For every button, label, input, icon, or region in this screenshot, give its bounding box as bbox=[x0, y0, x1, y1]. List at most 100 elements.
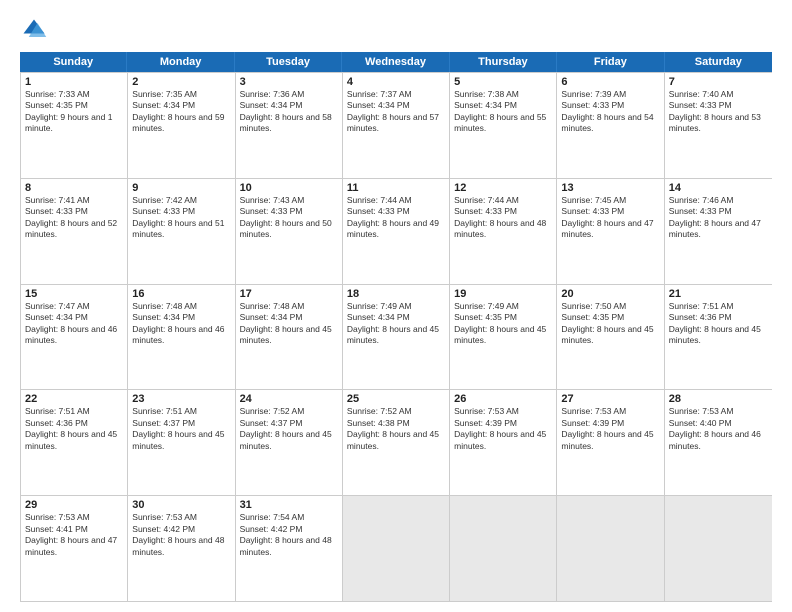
day-number: 30 bbox=[132, 499, 230, 511]
calendar-cell bbox=[343, 496, 450, 601]
calendar-body: 1 Sunrise: 7:33 AM Sunset: 4:35 PM Dayli… bbox=[20, 72, 772, 602]
calendar-cell: 10 Sunrise: 7:43 AM Sunset: 4:33 PM Dayl… bbox=[236, 179, 343, 284]
cell-info: Sunrise: 7:51 AM Sunset: 4:36 PM Dayligh… bbox=[669, 301, 768, 347]
day-number: 7 bbox=[669, 76, 768, 88]
calendar-cell: 4 Sunrise: 7:37 AM Sunset: 4:34 PM Dayli… bbox=[343, 73, 450, 178]
cell-info: Sunrise: 7:53 AM Sunset: 4:40 PM Dayligh… bbox=[669, 406, 768, 452]
cell-info: Sunrise: 7:46 AM Sunset: 4:33 PM Dayligh… bbox=[669, 195, 768, 241]
day-number: 9 bbox=[132, 182, 230, 194]
header-day-saturday: Saturday bbox=[665, 52, 772, 72]
cell-info: Sunrise: 7:40 AM Sunset: 4:33 PM Dayligh… bbox=[669, 89, 768, 135]
calendar-cell: 16 Sunrise: 7:48 AM Sunset: 4:34 PM Dayl… bbox=[128, 285, 235, 390]
calendar-cell: 25 Sunrise: 7:52 AM Sunset: 4:38 PM Dayl… bbox=[343, 390, 450, 495]
cell-info: Sunrise: 7:37 AM Sunset: 4:34 PM Dayligh… bbox=[347, 89, 445, 135]
calendar-cell: 27 Sunrise: 7:53 AM Sunset: 4:39 PM Dayl… bbox=[557, 390, 664, 495]
calendar-cell: 1 Sunrise: 7:33 AM Sunset: 4:35 PM Dayli… bbox=[21, 73, 128, 178]
calendar-cell: 22 Sunrise: 7:51 AM Sunset: 4:36 PM Dayl… bbox=[21, 390, 128, 495]
cell-info: Sunrise: 7:36 AM Sunset: 4:34 PM Dayligh… bbox=[240, 89, 338, 135]
day-number: 4 bbox=[347, 76, 445, 88]
cell-info: Sunrise: 7:44 AM Sunset: 4:33 PM Dayligh… bbox=[347, 195, 445, 241]
calendar: SundayMondayTuesdayWednesdayThursdayFrid… bbox=[20, 52, 772, 602]
calendar-cell bbox=[557, 496, 664, 601]
calendar-cell: 26 Sunrise: 7:53 AM Sunset: 4:39 PM Dayl… bbox=[450, 390, 557, 495]
day-number: 25 bbox=[347, 393, 445, 405]
day-number: 18 bbox=[347, 288, 445, 300]
cell-info: Sunrise: 7:43 AM Sunset: 4:33 PM Dayligh… bbox=[240, 195, 338, 241]
day-number: 10 bbox=[240, 182, 338, 194]
day-number: 1 bbox=[25, 76, 123, 88]
day-number: 5 bbox=[454, 76, 552, 88]
calendar-cell: 20 Sunrise: 7:50 AM Sunset: 4:35 PM Dayl… bbox=[557, 285, 664, 390]
day-number: 23 bbox=[132, 393, 230, 405]
calendar-week-4: 22 Sunrise: 7:51 AM Sunset: 4:36 PM Dayl… bbox=[21, 389, 772, 495]
calendar-cell: 21 Sunrise: 7:51 AM Sunset: 4:36 PM Dayl… bbox=[665, 285, 772, 390]
day-number: 24 bbox=[240, 393, 338, 405]
header-row bbox=[20, 16, 772, 44]
day-number: 8 bbox=[25, 182, 123, 194]
cell-info: Sunrise: 7:44 AM Sunset: 4:33 PM Dayligh… bbox=[454, 195, 552, 241]
cell-info: Sunrise: 7:53 AM Sunset: 4:41 PM Dayligh… bbox=[25, 512, 123, 558]
logo bbox=[20, 16, 52, 44]
calendar-cell: 28 Sunrise: 7:53 AM Sunset: 4:40 PM Dayl… bbox=[665, 390, 772, 495]
calendar-header: SundayMondayTuesdayWednesdayThursdayFrid… bbox=[20, 52, 772, 72]
day-number: 13 bbox=[561, 182, 659, 194]
calendar-week-2: 8 Sunrise: 7:41 AM Sunset: 4:33 PM Dayli… bbox=[21, 178, 772, 284]
day-number: 26 bbox=[454, 393, 552, 405]
cell-info: Sunrise: 7:53 AM Sunset: 4:39 PM Dayligh… bbox=[454, 406, 552, 452]
day-number: 31 bbox=[240, 499, 338, 511]
cell-info: Sunrise: 7:53 AM Sunset: 4:42 PM Dayligh… bbox=[132, 512, 230, 558]
calendar-cell: 18 Sunrise: 7:49 AM Sunset: 4:34 PM Dayl… bbox=[343, 285, 450, 390]
calendar-cell: 19 Sunrise: 7:49 AM Sunset: 4:35 PM Dayl… bbox=[450, 285, 557, 390]
header-day-thursday: Thursday bbox=[450, 52, 557, 72]
day-number: 12 bbox=[454, 182, 552, 194]
header-day-tuesday: Tuesday bbox=[235, 52, 342, 72]
logo-icon bbox=[20, 16, 48, 44]
cell-info: Sunrise: 7:53 AM Sunset: 4:39 PM Dayligh… bbox=[561, 406, 659, 452]
page: SundayMondayTuesdayWednesdayThursdayFrid… bbox=[0, 0, 792, 612]
cell-info: Sunrise: 7:47 AM Sunset: 4:34 PM Dayligh… bbox=[25, 301, 123, 347]
cell-info: Sunrise: 7:41 AM Sunset: 4:33 PM Dayligh… bbox=[25, 195, 123, 241]
day-number: 22 bbox=[25, 393, 123, 405]
header-day-wednesday: Wednesday bbox=[342, 52, 449, 72]
cell-info: Sunrise: 7:45 AM Sunset: 4:33 PM Dayligh… bbox=[561, 195, 659, 241]
calendar-cell bbox=[665, 496, 772, 601]
cell-info: Sunrise: 7:54 AM Sunset: 4:42 PM Dayligh… bbox=[240, 512, 338, 558]
cell-info: Sunrise: 7:38 AM Sunset: 4:34 PM Dayligh… bbox=[454, 89, 552, 135]
day-number: 17 bbox=[240, 288, 338, 300]
calendar-week-5: 29 Sunrise: 7:53 AM Sunset: 4:41 PM Dayl… bbox=[21, 495, 772, 601]
day-number: 15 bbox=[25, 288, 123, 300]
cell-info: Sunrise: 7:49 AM Sunset: 4:35 PM Dayligh… bbox=[454, 301, 552, 347]
calendar-cell: 30 Sunrise: 7:53 AM Sunset: 4:42 PM Dayl… bbox=[128, 496, 235, 601]
calendar-cell: 17 Sunrise: 7:48 AM Sunset: 4:34 PM Dayl… bbox=[236, 285, 343, 390]
calendar-cell: 12 Sunrise: 7:44 AM Sunset: 4:33 PM Dayl… bbox=[450, 179, 557, 284]
calendar-cell: 14 Sunrise: 7:46 AM Sunset: 4:33 PM Dayl… bbox=[665, 179, 772, 284]
cell-info: Sunrise: 7:50 AM Sunset: 4:35 PM Dayligh… bbox=[561, 301, 659, 347]
day-number: 20 bbox=[561, 288, 659, 300]
cell-info: Sunrise: 7:39 AM Sunset: 4:33 PM Dayligh… bbox=[561, 89, 659, 135]
cell-info: Sunrise: 7:33 AM Sunset: 4:35 PM Dayligh… bbox=[25, 89, 123, 135]
calendar-week-1: 1 Sunrise: 7:33 AM Sunset: 4:35 PM Dayli… bbox=[21, 72, 772, 178]
cell-info: Sunrise: 7:52 AM Sunset: 4:38 PM Dayligh… bbox=[347, 406, 445, 452]
cell-info: Sunrise: 7:48 AM Sunset: 4:34 PM Dayligh… bbox=[240, 301, 338, 347]
cell-info: Sunrise: 7:51 AM Sunset: 4:36 PM Dayligh… bbox=[25, 406, 123, 452]
cell-info: Sunrise: 7:52 AM Sunset: 4:37 PM Dayligh… bbox=[240, 406, 338, 452]
calendar-cell: 9 Sunrise: 7:42 AM Sunset: 4:33 PM Dayli… bbox=[128, 179, 235, 284]
calendar-week-3: 15 Sunrise: 7:47 AM Sunset: 4:34 PM Dayl… bbox=[21, 284, 772, 390]
calendar-cell: 11 Sunrise: 7:44 AM Sunset: 4:33 PM Dayl… bbox=[343, 179, 450, 284]
calendar-cell: 6 Sunrise: 7:39 AM Sunset: 4:33 PM Dayli… bbox=[557, 73, 664, 178]
day-number: 27 bbox=[561, 393, 659, 405]
header-day-sunday: Sunday bbox=[20, 52, 127, 72]
header-day-monday: Monday bbox=[127, 52, 234, 72]
day-number: 11 bbox=[347, 182, 445, 194]
day-number: 2 bbox=[132, 76, 230, 88]
day-number: 14 bbox=[669, 182, 768, 194]
cell-info: Sunrise: 7:49 AM Sunset: 4:34 PM Dayligh… bbox=[347, 301, 445, 347]
calendar-cell: 24 Sunrise: 7:52 AM Sunset: 4:37 PM Dayl… bbox=[236, 390, 343, 495]
calendar-cell: 3 Sunrise: 7:36 AM Sunset: 4:34 PM Dayli… bbox=[236, 73, 343, 178]
cell-info: Sunrise: 7:48 AM Sunset: 4:34 PM Dayligh… bbox=[132, 301, 230, 347]
day-number: 3 bbox=[240, 76, 338, 88]
day-number: 29 bbox=[25, 499, 123, 511]
calendar-cell: 29 Sunrise: 7:53 AM Sunset: 4:41 PM Dayl… bbox=[21, 496, 128, 601]
day-number: 6 bbox=[561, 76, 659, 88]
day-number: 28 bbox=[669, 393, 768, 405]
